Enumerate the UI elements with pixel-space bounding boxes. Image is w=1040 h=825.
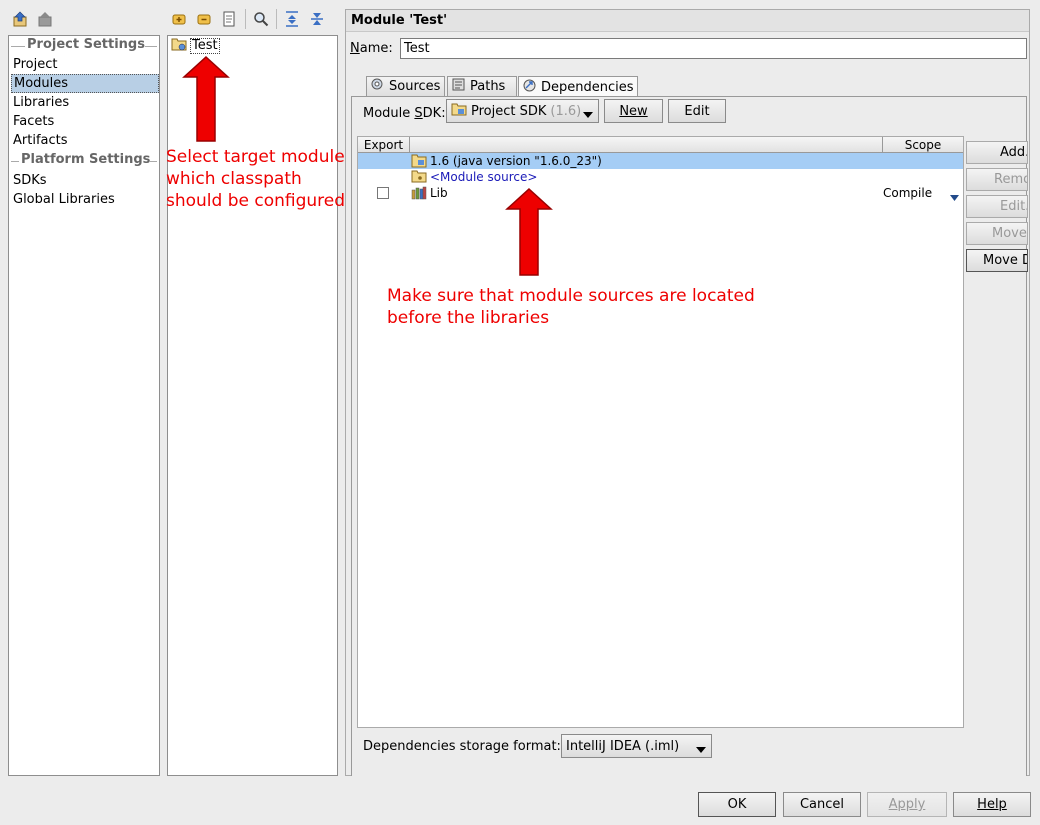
- export-column-header[interactable]: Export: [358, 137, 410, 153]
- module-sdk-label: Module SDK:: [363, 106, 446, 121]
- library-icon: [411, 186, 427, 204]
- storage-format-label: Dependencies storage format:: [363, 739, 561, 754]
- dependencies-table: Export Scope 1.6 (java version "1.6.0_23…: [357, 136, 964, 728]
- move-up-button[interactable]: Move Up: [966, 222, 1028, 245]
- sidebar-item-global-libraries[interactable]: Global Libraries: [11, 190, 159, 209]
- settings-sidebar: Project Settings Project Modules Librari…: [8, 35, 160, 776]
- new-sdk-button[interactable]: New: [604, 99, 663, 123]
- add-dependency-button[interactable]: Add...: [966, 141, 1028, 164]
- tree-item-label: Test: [190, 38, 220, 54]
- find-icon[interactable]: [252, 10, 270, 28]
- module-folder-icon: [171, 37, 187, 55]
- chevron-down-icon: [583, 108, 593, 123]
- cancel-button[interactable]: Cancel: [783, 792, 861, 817]
- sidebar-item-artifacts[interactable]: Artifacts: [11, 131, 159, 150]
- tab-sources[interactable]: Sources: [366, 76, 445, 96]
- edit-dependency-button[interactable]: Edit...: [966, 195, 1028, 218]
- row-label: <Module source>: [430, 170, 538, 184]
- name-column-header[interactable]: [410, 137, 883, 153]
- row-label: 1.6 (java version "1.6.0_23"): [430, 154, 602, 168]
- edit-sdk-button[interactable]: Edit: [668, 99, 726, 123]
- name-field[interactable]: Test: [400, 38, 1027, 59]
- name-label: Name:: [350, 41, 393, 56]
- copy-module-icon[interactable]: [220, 10, 238, 28]
- remove-dependency-button[interactable]: Remove: [966, 168, 1028, 191]
- sidebar-item-project[interactable]: Project: [11, 55, 159, 74]
- export-checkbox[interactable]: [377, 187, 389, 199]
- remove-module-icon[interactable]: [195, 10, 213, 28]
- expand-all-icon[interactable]: [283, 10, 301, 28]
- scope-column-header[interactable]: Scope: [883, 137, 963, 153]
- module-panel-title: Module 'Test': [351, 13, 448, 28]
- sidebar-item-sdks[interactable]: SDKs: [11, 171, 159, 190]
- scope-dropdown-icon[interactable]: [950, 190, 959, 205]
- platform-settings-header: Platform Settings: [9, 152, 159, 170]
- storage-format-select[interactable]: IntelliJ IDEA (.iml): [561, 734, 712, 758]
- annotation-module-sources: Make sure that module sources are locate…: [387, 286, 755, 328]
- paths-icon: [452, 78, 465, 95]
- back-arrow-icon[interactable]: [11, 10, 29, 28]
- module-panel: Module 'Test' Name: Test Sources Paths D…: [345, 9, 1030, 776]
- sidebar-item-modules[interactable]: Modules: [11, 74, 159, 93]
- sidebar-item-libraries[interactable]: Libraries: [11, 93, 159, 112]
- table-row[interactable]: Lib Compile: [358, 185, 963, 201]
- collapse-all-icon[interactable]: [308, 10, 326, 28]
- row-label: Lib: [430, 186, 448, 200]
- help-button[interactable]: Help: [953, 792, 1031, 817]
- scope-value[interactable]: Compile: [883, 185, 932, 201]
- apply-button[interactable]: Apply: [867, 792, 947, 817]
- dependencies-icon: [523, 79, 536, 96]
- table-row[interactable]: 1.6 (java version "1.6.0_23"): [358, 153, 963, 169]
- project-settings-header: Project Settings: [9, 37, 159, 55]
- tree-item-test[interactable]: Test: [171, 37, 220, 55]
- tab-dependencies[interactable]: Dependencies: [518, 76, 638, 97]
- annotation-select-module: Select target module which classpath sho…: [166, 147, 346, 211]
- chevron-down-icon: [696, 743, 706, 758]
- sdk-folder-icon: [451, 102, 467, 120]
- annotation-arrow-up-icon: [505, 187, 553, 276]
- sources-icon: [371, 78, 384, 95]
- ok-button[interactable]: OK: [698, 792, 776, 817]
- forward-arrow-icon[interactable]: [36, 10, 54, 28]
- sidebar-item-facets[interactable]: Facets: [11, 112, 159, 131]
- tab-paths[interactable]: Paths: [447, 76, 517, 96]
- add-module-icon[interactable]: [170, 10, 188, 28]
- move-down-button[interactable]: Move Down: [966, 249, 1028, 272]
- table-row[interactable]: <Module source>: [358, 169, 963, 185]
- annotation-arrow-up-icon: [182, 55, 230, 142]
- module-sdk-select[interactable]: Project SDK (1.6): [446, 99, 599, 123]
